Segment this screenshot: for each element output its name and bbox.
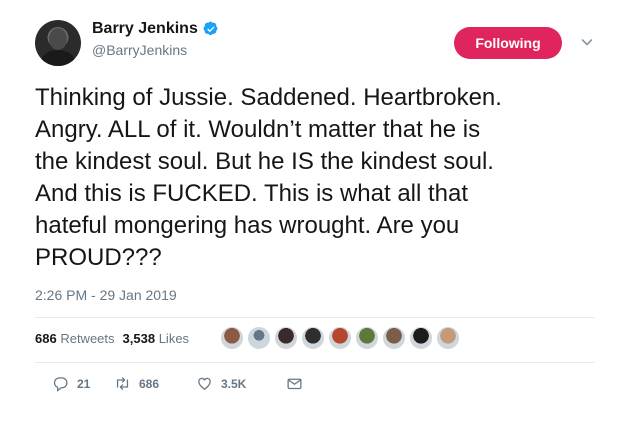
- reply-count: 21: [77, 376, 91, 391]
- author-name[interactable]: Barry Jenkins: [92, 20, 198, 38]
- likes-count: 3,538: [122, 331, 156, 346]
- retweets-label: Retweets: [60, 331, 115, 346]
- like-button[interactable]: 3.5K: [196, 375, 286, 392]
- like-count: 3.5K: [221, 376, 247, 391]
- liker-avatar[interactable]: [274, 326, 298, 350]
- tweet-actions: 21 686 3.5K: [52, 375, 303, 392]
- avatar-face: [49, 28, 67, 50]
- likes-label: Likes: [158, 331, 190, 346]
- author-name-row[interactable]: Barry Jenkins: [92, 20, 219, 38]
- divider: [35, 362, 595, 363]
- author-handle[interactable]: @BarryJenkins: [92, 42, 219, 58]
- liker-avatar[interactable]: [301, 326, 325, 350]
- reply-icon: [53, 377, 68, 392]
- tweet-stats: 686 Retweets 3,538 Likes: [35, 331, 189, 346]
- retweets-stat[interactable]: 686 Retweets: [35, 331, 115, 346]
- liker-avatar[interactable]: [409, 326, 433, 350]
- verified-badge-icon: [203, 21, 218, 36]
- retweets-count: 686: [35, 331, 57, 346]
- liker-avatar[interactable]: [247, 326, 271, 350]
- liker-avatar[interactable]: [382, 326, 406, 350]
- tweet-text: Thinking of Jussie. Saddened. Heartbroke…: [35, 84, 502, 271]
- author-info: Barry Jenkins @BarryJenkins: [92, 20, 219, 58]
- envelope-icon: [287, 378, 302, 390]
- liker-avatar[interactable]: [355, 326, 379, 350]
- retweet-button[interactable]: 686: [114, 375, 196, 392]
- direct-message-button[interactable]: [286, 375, 303, 392]
- liker-avatars: [220, 326, 460, 350]
- likes-stat[interactable]: 3,538 Likes: [123, 331, 190, 346]
- liker-avatar[interactable]: [220, 326, 244, 350]
- reply-button[interactable]: 21: [52, 375, 110, 392]
- chevron-down-icon[interactable]: [581, 36, 593, 48]
- retweet-icon: [116, 377, 129, 390]
- retweet-count: 686: [139, 376, 160, 391]
- liker-avatar[interactable]: [436, 326, 460, 350]
- tweet-timestamp[interactable]: 2:26 PM - 29 Jan 2019: [35, 287, 177, 303]
- author-avatar[interactable]: [35, 20, 81, 66]
- divider: [35, 317, 595, 318]
- avatar-body: [41, 50, 75, 66]
- heart-icon: [198, 377, 211, 390]
- following-button[interactable]: Following: [454, 27, 562, 59]
- liker-avatar[interactable]: [328, 326, 352, 350]
